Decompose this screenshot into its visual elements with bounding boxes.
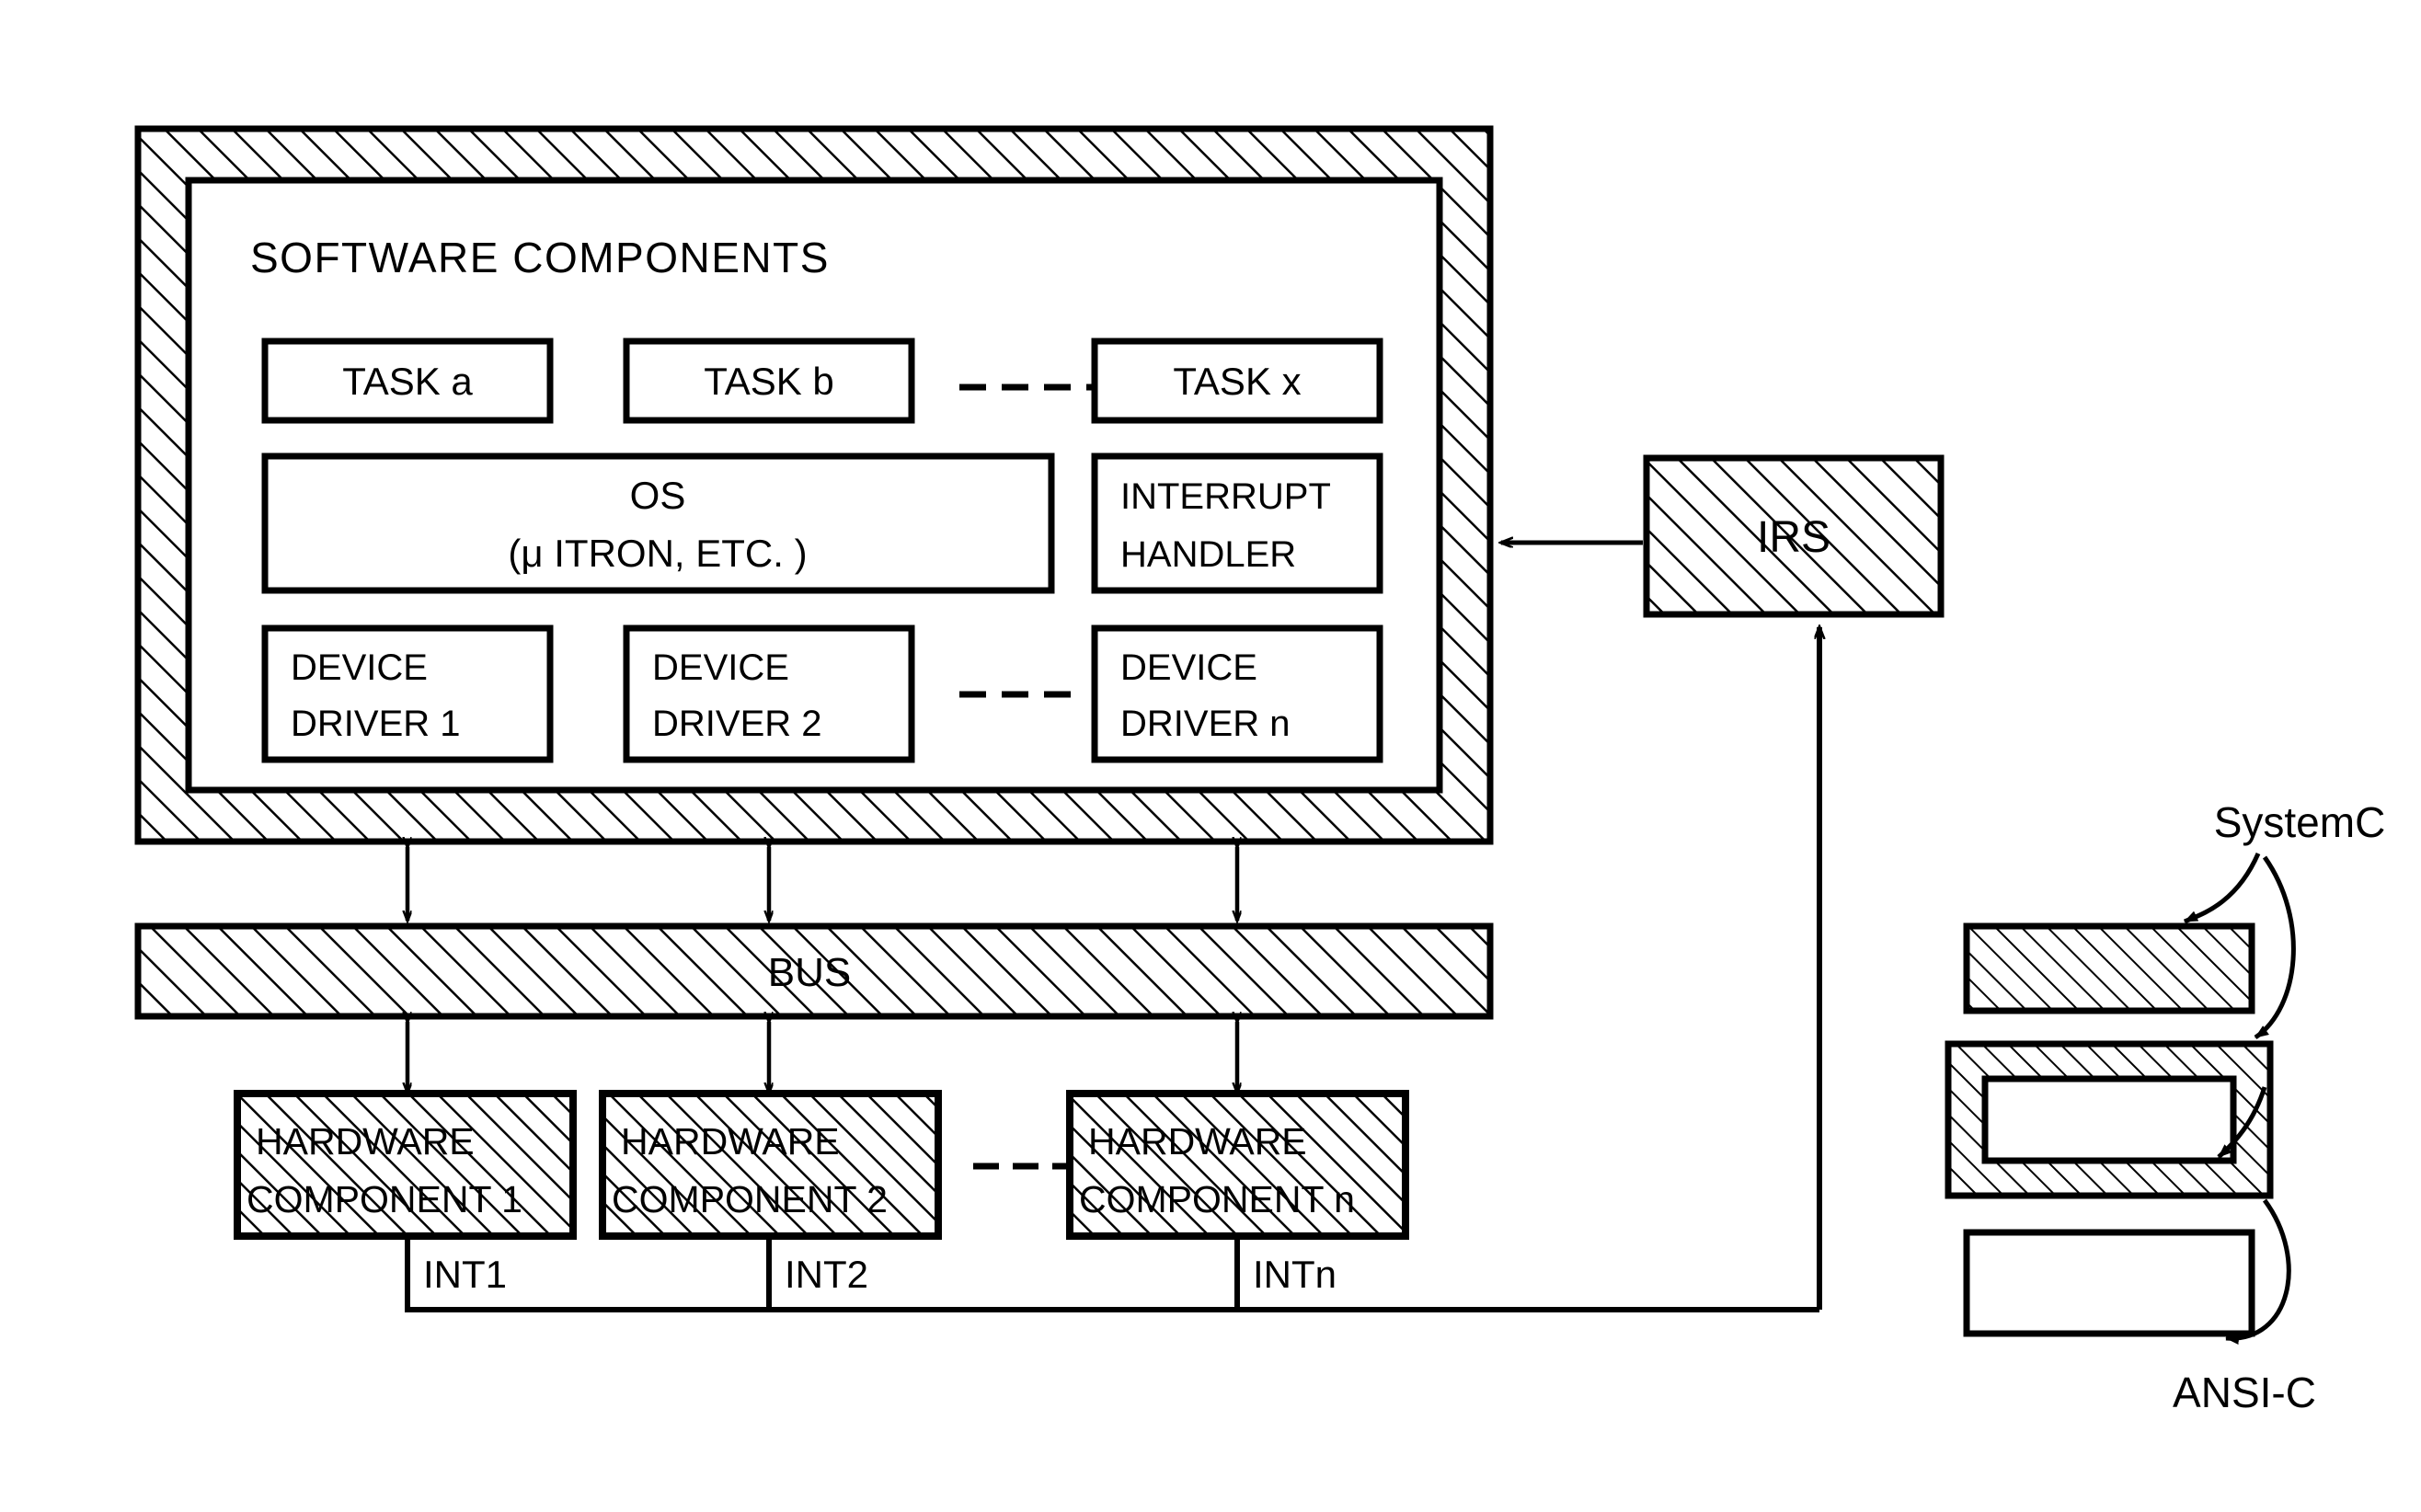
os-row: OS (μ ITRON, ETC. ) INTERRUPT HANDLER [261, 452, 1383, 594]
device-driver-n-line1: DEVICE [1120, 647, 1257, 688]
irs-block: IRS [1643, 454, 1945, 618]
bus-label: BUS [768, 950, 851, 995]
int1-wire [405, 1236, 1819, 1312]
task-b-label: TASK b [704, 360, 834, 403]
task-a-label: TASK a [342, 360, 473, 403]
legend-systemc-leader-2 [2254, 855, 2296, 1040]
bus-block: BUS [134, 922, 1494, 1020]
legend-systemc-leader-1 [2183, 852, 2261, 924]
device-driver-1-line2: DRIVER 1 [291, 704, 461, 744]
task-x-label: TASK x [1173, 360, 1301, 403]
interrupt-handler-line2: HANDLER [1120, 534, 1296, 575]
device-driver-1-line1: DEVICE [291, 647, 428, 688]
legend-systemc-swatch [1963, 922, 2255, 1014]
int2-label: INT2 [785, 1253, 868, 1296]
patent-figure: SOFTWARE COMPONENTS TASK a TASK b TASK x… [134, 125, 2386, 1416]
os-label-line2: (μ ITRON, ETC. ) [508, 532, 807, 575]
device-driver-2-line2: DRIVER 2 [652, 704, 822, 744]
device-driver-n-line2: DRIVER n [1120, 704, 1291, 744]
hardware-component-2-line2: COMPONENT 2 [612, 1178, 888, 1220]
hardware-component-n-line2: COMPONENT n [1079, 1178, 1355, 1220]
interrupt-handler-line1: INTERRUPT [1120, 476, 1331, 517]
hardware-component-2-line1: HARDWARE [621, 1120, 840, 1163]
hardware-row: HARDWARE COMPONENT 1 HARDWARE COMPONENT … [234, 1090, 1409, 1240]
hardware-component-1-line2: COMPONENT 1 [247, 1178, 522, 1220]
legend: SystemC ANSI-C [1945, 798, 2386, 1416]
diagram-canvas: SOFTWARE COMPONENTS TASK a TASK b TASK x… [0, 0, 2421, 1512]
device-driver-row: DEVICE DRIVER 1 DEVICE DRIVER 2 DEVICE D… [261, 624, 1383, 763]
intn-label: INTn [1253, 1253, 1337, 1296]
device-driver-2-line1: DEVICE [652, 647, 789, 688]
shell-bus-connectors [407, 847, 1237, 921]
int1-label: INT1 [423, 1253, 507, 1296]
legend-systemc-label: SystemC [2214, 798, 2386, 846]
os-label-line1: OS [630, 474, 686, 517]
task-row: TASK a TASK b TASK x [261, 338, 1383, 424]
software-components-heading: SOFTWARE COMPONENTS [250, 234, 830, 281]
legend-ansic-swatch [1963, 1229, 2255, 1337]
legend-ansic-label: ANSI-C [2173, 1369, 2316, 1416]
hardware-component-n-line1: HARDWARE [1088, 1120, 1307, 1163]
hardware-component-1-line1: HARDWARE [256, 1120, 475, 1163]
bus-hardware-connectors [407, 1022, 1237, 1093]
legend-shell-swatch [1945, 1040, 2274, 1199]
irs-label: IRS [1757, 513, 1830, 562]
